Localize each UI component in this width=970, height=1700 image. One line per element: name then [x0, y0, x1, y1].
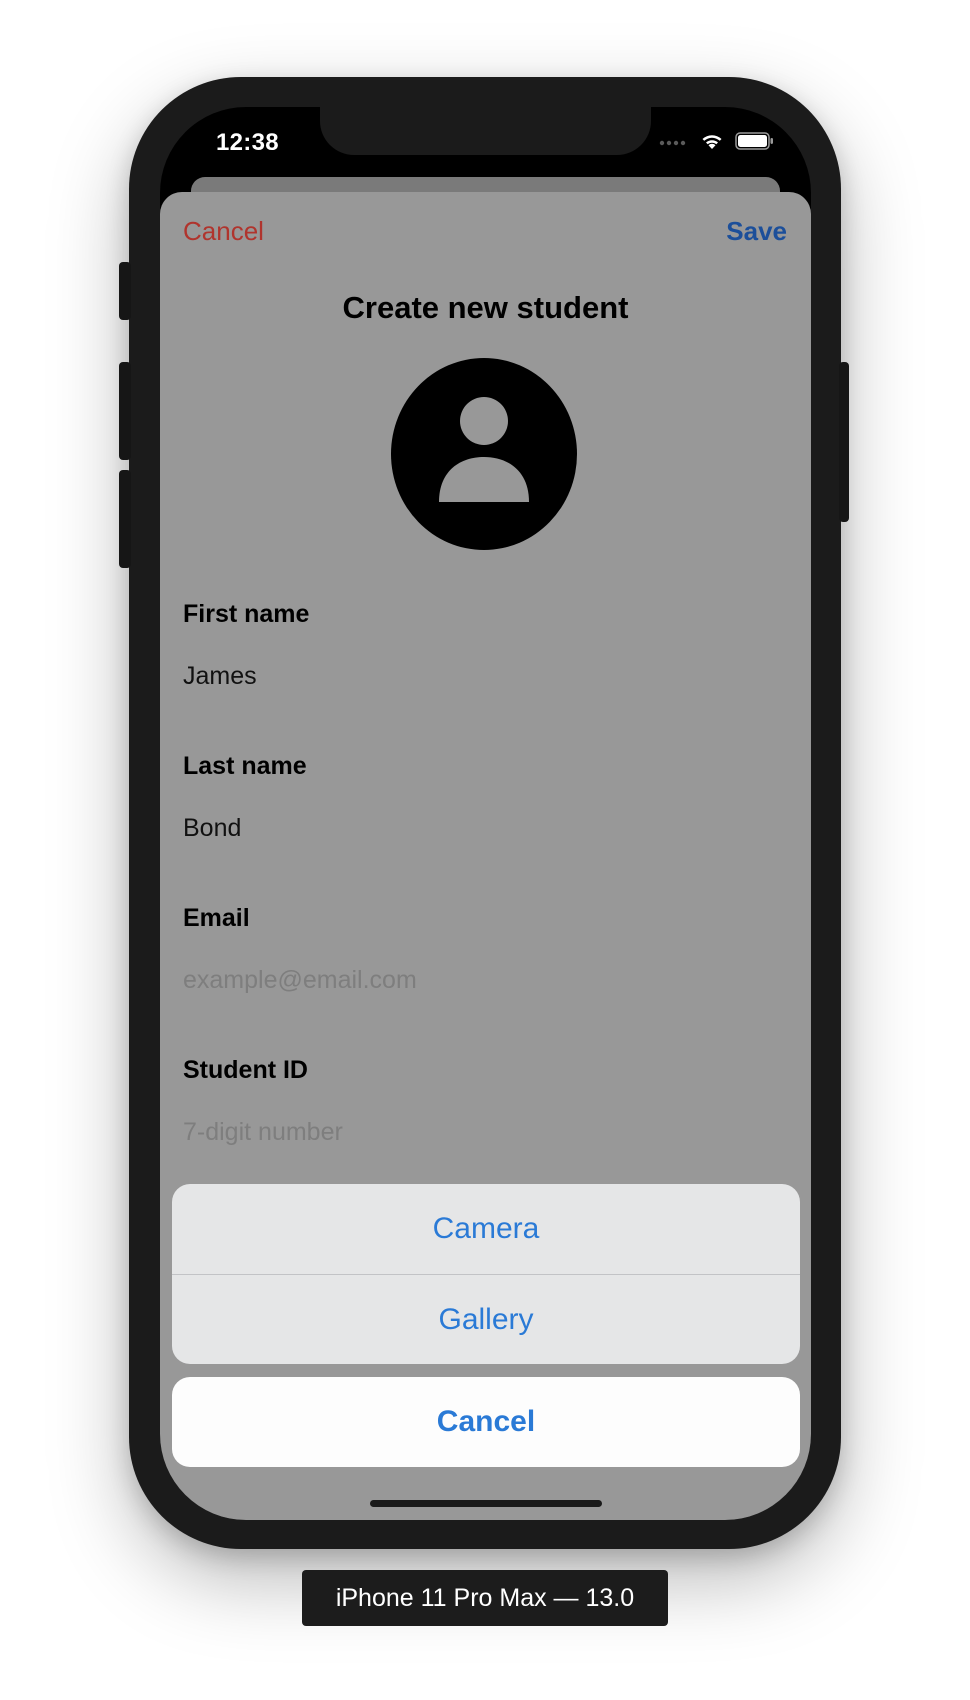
volume-up-button — [119, 362, 131, 460]
power-button — [839, 362, 849, 522]
save-button[interactable]: Save — [726, 216, 787, 247]
last-name-label: Last name — [183, 752, 307, 780]
mute-switch — [119, 262, 131, 320]
cancel-button[interactable]: Cancel — [183, 216, 264, 247]
person-icon — [439, 397, 529, 502]
cellular-signal-icon — [659, 140, 686, 146]
status-time: 12:38 — [216, 129, 279, 156]
student-id-label: Student ID — [183, 1056, 308, 1084]
photo-source-action-sheet: Camera Gallery — [172, 1184, 800, 1364]
avatar-button[interactable] — [391, 358, 577, 550]
gallery-option[interactable]: Gallery — [172, 1275, 800, 1364]
page-title: Create new student — [342, 290, 629, 325]
home-indicator[interactable] — [370, 1500, 602, 1507]
action-sheet-cancel-button[interactable]: Cancel — [172, 1377, 800, 1467]
email-label: Email — [183, 904, 250, 932]
student-id-field[interactable] — [183, 1116, 783, 1148]
first-name-field[interactable] — [183, 660, 783, 692]
wifi-icon — [702, 135, 722, 149]
notch — [320, 107, 651, 155]
battery-icon — [735, 132, 773, 150]
screen: 12:38 Cancel Save Create new student Fir… — [160, 107, 811, 1520]
email-field[interactable] — [183, 964, 783, 996]
camera-option[interactable]: Camera — [172, 1184, 800, 1274]
first-name-label: First name — [183, 600, 310, 628]
status-icons — [659, 131, 775, 151]
last-name-field[interactable] — [183, 812, 783, 844]
device-caption: iPhone 11 Pro Max — 13.0 — [302, 1570, 668, 1626]
volume-down-button — [119, 470, 131, 568]
